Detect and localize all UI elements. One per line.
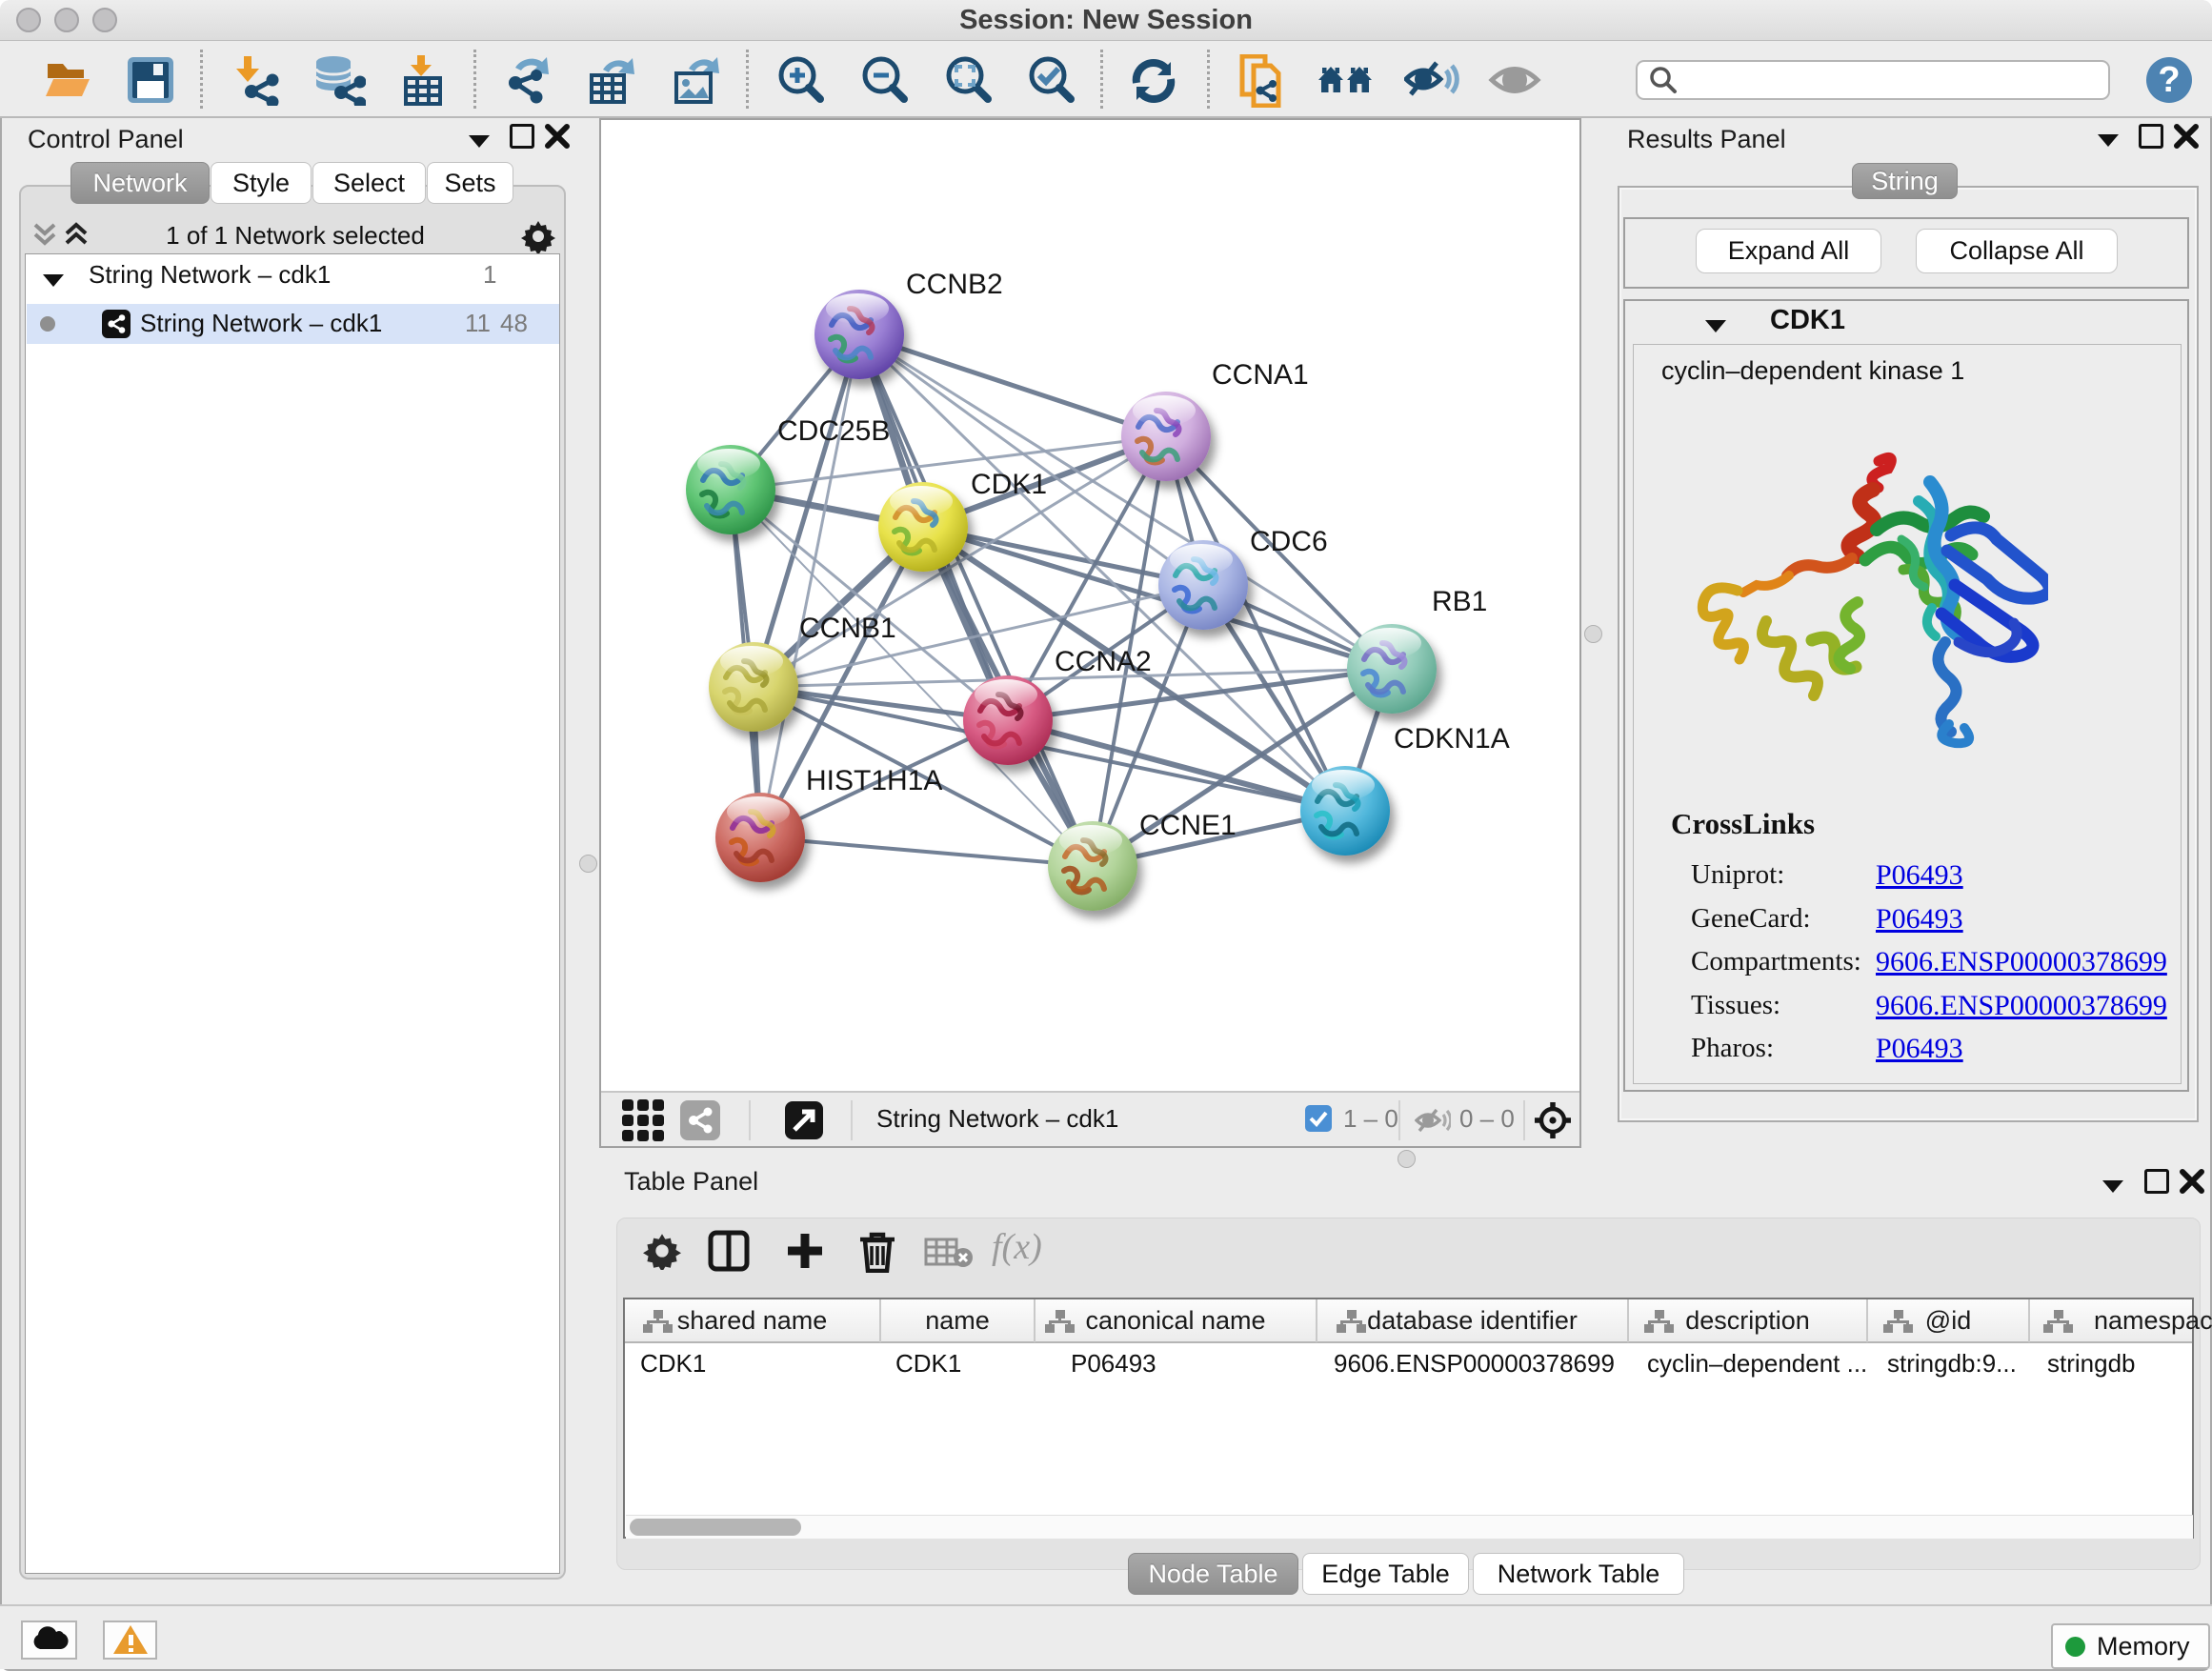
svg-text:CCNB2: CCNB2 — [906, 269, 1003, 300]
svg-text:CDC6: CDC6 — [1250, 526, 1328, 557]
svg-text:CCNA2: CCNA2 — [1055, 646, 1152, 677]
svg-text:CCNE1: CCNE1 — [1139, 810, 1237, 841]
svg-text:CDKN1A: CDKN1A — [1394, 723, 1510, 755]
svg-text:CDC25B: CDC25B — [777, 415, 890, 447]
svg-text:CCNA1: CCNA1 — [1212, 359, 1309, 391]
svg-text:RB1: RB1 — [1432, 586, 1487, 617]
svg-text:CCNB1: CCNB1 — [799, 613, 896, 644]
svg-text:CDK1: CDK1 — [971, 469, 1047, 500]
svg-text:HIST1H1A: HIST1H1A — [806, 765, 942, 796]
